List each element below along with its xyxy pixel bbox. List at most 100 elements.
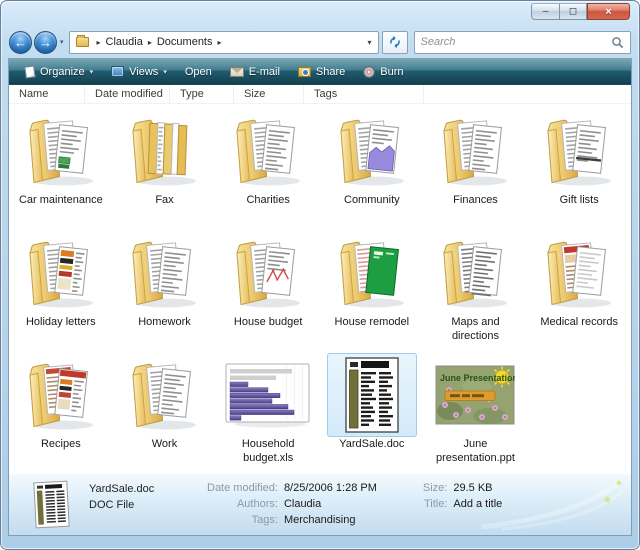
item-label: Charities <box>246 194 289 208</box>
column-header-tags[interactable]: Tags <box>304 85 424 103</box>
folder-icon <box>223 231 313 315</box>
search-box <box>414 31 631 54</box>
file-item-work[interactable]: Work <box>113 350 217 472</box>
address-dropdown-icon[interactable]: ▾ <box>368 38 372 47</box>
folder-icon <box>119 353 209 437</box>
command-toolbar: Organize ▾ Views ▾ Open E-mail Share Burn <box>9 59 631 85</box>
toolbar-label: Share <box>316 66 345 78</box>
detail-value: Claudia <box>284 497 377 511</box>
views-icon <box>111 66 124 77</box>
breadcrumb-separator-icon: ▸ <box>148 38 152 47</box>
detail-value: 8/25/2006 1:28 PM <box>284 481 377 495</box>
file-item-finances[interactable]: Finances <box>424 106 528 228</box>
item-label: Maps and directions <box>428 316 522 344</box>
details-fields-right: Size:29.5 KBTitle:Add a title <box>423 481 502 511</box>
breadcrumb-item-claudia[interactable]: Claudia <box>106 36 143 48</box>
refresh-icon <box>388 35 402 49</box>
toolbar-views-button[interactable]: Views ▾ <box>103 63 175 81</box>
toolbar-share-button[interactable]: Share <box>290 63 353 81</box>
toolbar-label: E-mail <box>249 66 280 78</box>
folder-icon <box>327 109 417 193</box>
search-icon[interactable] <box>611 36 624 49</box>
file-item-june-presentation-ppt[interactable]: June PresentationJune presentation.ppt <box>424 350 528 472</box>
file-item-household-budget-xls[interactable]: Household budget.xls <box>216 350 320 472</box>
breadcrumb: ▸Claudia▸Documents▸ <box>92 36 227 48</box>
detail-value: Add a title <box>453 497 502 511</box>
folder-icon <box>119 109 209 193</box>
forward-button[interactable]: → <box>34 31 57 54</box>
item-label: House budget <box>234 316 303 330</box>
file-item-community[interactable]: Community <box>320 106 424 228</box>
chevron-down-icon: ▾ <box>90 68 94 76</box>
column-header-name[interactable]: Name <box>9 85 85 103</box>
xls-file-icon <box>223 353 313 437</box>
toolbar-label: Burn <box>380 66 403 78</box>
selected-file-thumbnail <box>31 479 73 531</box>
item-label: Work <box>152 438 177 452</box>
minimize-button[interactable]: – <box>531 3 560 20</box>
detail-value: Merchandising <box>284 513 377 527</box>
folder-icon <box>534 231 624 315</box>
share-icon <box>298 67 311 77</box>
detail-value: 29.5 KB <box>453 481 502 495</box>
selected-file-type: DOC File <box>89 497 207 513</box>
column-header-size[interactable]: Size <box>234 85 304 103</box>
details-pane: YardSale.doc DOC File Date modified: 8/25… <box>9 473 631 535</box>
file-item-medical-records[interactable]: Medical records <box>527 228 631 350</box>
organize-icon <box>24 65 36 78</box>
detail-label: Title: <box>423 497 447 511</box>
file-item-recipes[interactable]: Recipes <box>9 350 113 472</box>
folder-icon <box>76 37 89 47</box>
file-item-gift-lists[interactable]: Gift lists <box>527 106 631 228</box>
detail-label: Authors: <box>207 497 278 511</box>
file-item-holiday-letters[interactable]: Holiday letters <box>9 228 113 350</box>
address-bar[interactable]: ▸Claudia▸Documents▸ ▾ <box>69 31 379 54</box>
detail-label: Date modified: <box>207 481 278 495</box>
chevron-down-icon: ▾ <box>163 68 167 76</box>
folder-icon <box>16 353 106 437</box>
column-header-type[interactable]: Type <box>170 85 234 103</box>
toolbar-e-mail-button[interactable]: E-mail <box>222 63 288 81</box>
file-item-fax[interactable]: Fax <box>113 106 217 228</box>
selected-file-summary: YardSale.doc DOC File <box>89 481 207 513</box>
file-item-car-maintenance[interactable]: Car maintenance <box>9 106 113 228</box>
folder-icon <box>534 109 624 193</box>
detail-label: Tags: <box>207 513 278 527</box>
item-label: Finances <box>453 194 498 208</box>
file-item-house-remodel[interactable]: House remodel <box>320 228 424 350</box>
item-label: YardSale.doc <box>339 438 404 452</box>
selected-file-name: YardSale.doc <box>89 481 207 497</box>
item-label: Fax <box>155 194 173 208</box>
breadcrumb-separator-icon: ▸ <box>97 38 101 47</box>
item-label: Community <box>344 194 400 208</box>
details-fields-left: Date modified: 8/25/2006 1:28 PM Authors: C… <box>207 481 377 527</box>
file-item-homework[interactable]: Homework <box>113 228 217 350</box>
folder-icon <box>327 231 417 315</box>
file-item-yardsale-doc[interactable]: YardSale.doc <box>320 350 424 472</box>
toolbar-burn-button[interactable]: Burn <box>355 63 411 81</box>
close-button[interactable]: × <box>587 3 630 20</box>
toolbar-label: Views <box>129 66 158 78</box>
item-label: Gift lists <box>560 194 599 208</box>
toolbar-organize-button[interactable]: Organize ▾ <box>17 63 101 81</box>
burn-icon <box>363 66 375 78</box>
item-label: Holiday letters <box>26 316 96 330</box>
folder-icon <box>16 231 106 315</box>
back-button[interactable]: ← <box>9 31 32 54</box>
folder-icon <box>430 231 520 315</box>
file-item-charities[interactable]: Charities <box>216 106 320 228</box>
window-controls: –◻× <box>531 3 630 20</box>
refresh-button[interactable] <box>382 31 408 54</box>
toolbar-label: Organize <box>40 66 85 78</box>
svg-text:June Presentation: June Presentation <box>440 373 515 383</box>
maximize-button[interactable]: ◻ <box>560 3 587 20</box>
title-bar[interactable]: –◻× <box>1 1 639 27</box>
breadcrumb-item-documents[interactable]: Documents <box>157 36 213 48</box>
toolbar-open-button[interactable]: Open <box>177 63 220 81</box>
recent-pages-caret-icon[interactable]: ▾ <box>60 38 64 46</box>
file-grid: Car maintenance Fax Charities Community Fina… <box>9 104 631 473</box>
file-item-house-budget[interactable]: House budget <box>216 228 320 350</box>
column-header-date-modified[interactable]: Date modified <box>85 85 170 103</box>
search-input[interactable] <box>421 36 611 48</box>
file-item-maps-and-directions[interactable]: Maps and directions <box>424 228 528 350</box>
